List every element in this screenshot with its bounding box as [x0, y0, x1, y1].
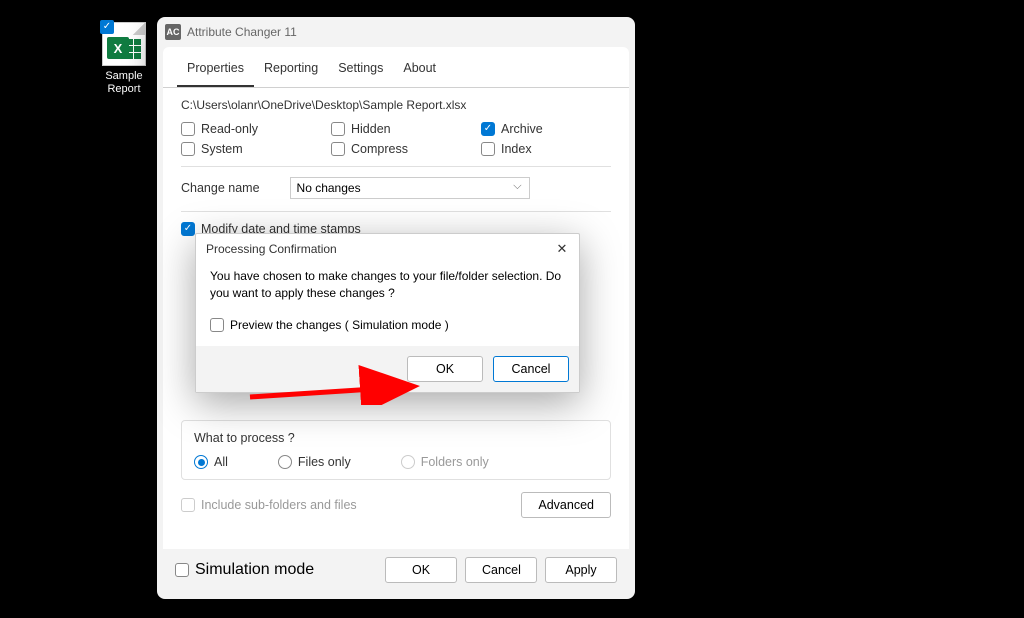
titlebar[interactable]: AC Attribute Changer 11: [157, 17, 635, 47]
tab-settings[interactable]: Settings: [328, 53, 393, 87]
tab-reporting[interactable]: Reporting: [254, 53, 328, 87]
checkbox-index[interactable]: Index: [481, 142, 611, 156]
dialog-cancel-button[interactable]: Cancel: [493, 356, 569, 382]
checkbox-compress[interactable]: Compress: [331, 142, 461, 156]
checkbox-readonly[interactable]: Read-only: [181, 122, 311, 136]
what-to-process-label: What to process ?: [194, 431, 598, 445]
what-to-process-group: What to process ? All Files only Folders…: [181, 420, 611, 480]
cancel-button[interactable]: Cancel: [465, 557, 537, 583]
app-icon: AC: [165, 24, 181, 40]
ok-button[interactable]: OK: [385, 557, 457, 583]
checkbox-simulation-mode[interactable]: Simulation mode: [175, 561, 314, 579]
radio-folders-only: Folders only: [401, 455, 489, 469]
advanced-button[interactable]: Advanced: [521, 492, 611, 518]
desktop-file-label: Sample Report: [94, 70, 154, 96]
checkbox-system[interactable]: System: [181, 142, 311, 156]
checkbox-archive[interactable]: Archive: [481, 122, 611, 136]
tab-properties[interactable]: Properties: [177, 53, 254, 87]
processing-confirmation-dialog: Processing Confirmation ✕ You have chose…: [195, 233, 580, 393]
file-path: C:\Users\olanr\OneDrive\Desktop\Sample R…: [181, 98, 611, 112]
sync-check-badge: [100, 20, 114, 34]
desktop-file-shortcut[interactable]: X Sample Report: [94, 22, 154, 96]
change-name-label: Change name: [181, 181, 260, 195]
change-name-select[interactable]: No changes: [290, 177, 530, 199]
checkbox-preview-changes[interactable]: Preview the changes ( Simulation mode ): [210, 317, 565, 334]
apply-button[interactable]: Apply: [545, 557, 617, 583]
dialog-title: Processing Confirmation: [206, 242, 337, 256]
checkbox-hidden[interactable]: Hidden: [331, 122, 461, 136]
close-icon[interactable]: ✕: [553, 240, 571, 258]
tab-about[interactable]: About: [393, 53, 446, 87]
checkbox-include-subfolders: Include sub-folders and files: [181, 498, 357, 512]
tabbar: Properties Reporting Settings About: [163, 47, 629, 88]
radio-all[interactable]: All: [194, 455, 228, 469]
excel-file-icon: X: [102, 22, 146, 66]
window-footer: Simulation mode OK Cancel Apply: [163, 549, 629, 593]
radio-files-only[interactable]: Files only: [278, 455, 351, 469]
dialog-message: You have chosen to make changes to your …: [210, 268, 565, 303]
dialog-ok-button[interactable]: OK: [407, 356, 483, 382]
window-title: Attribute Changer 11: [187, 25, 297, 39]
